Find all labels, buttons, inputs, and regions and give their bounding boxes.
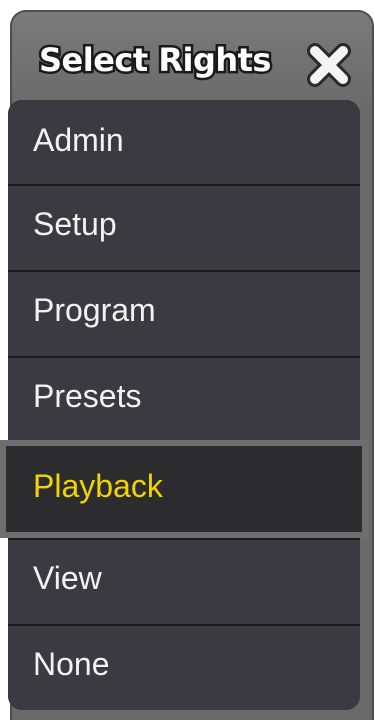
option-label: Admin (33, 122, 124, 158)
dialog-title: Select Rights (37, 39, 274, 82)
option-label: Playback (33, 468, 163, 504)
rights-list-body: Admin Setup Program Presets View None (8, 100, 360, 710)
dialog-title-bar: Select Rights (12, 12, 372, 110)
option-label: None (33, 646, 110, 682)
option-label: Presets (33, 378, 142, 414)
close-icon (307, 43, 351, 87)
option-admin[interactable]: Admin (8, 100, 360, 184)
rights-list: Admin Setup Program Presets View None Pl… (0, 100, 368, 710)
option-playback[interactable]: Playback (0, 440, 368, 538)
option-label: View (33, 560, 102, 596)
option-setup[interactable]: Setup (8, 186, 360, 270)
option-none[interactable]: None (8, 626, 360, 710)
close-button[interactable] (305, 41, 353, 89)
option-label: Program (33, 292, 156, 328)
option-label: Setup (33, 206, 117, 242)
option-program[interactable]: Program (8, 272, 360, 356)
option-presets[interactable]: Presets (8, 358, 360, 442)
option-view[interactable]: View (8, 540, 360, 624)
